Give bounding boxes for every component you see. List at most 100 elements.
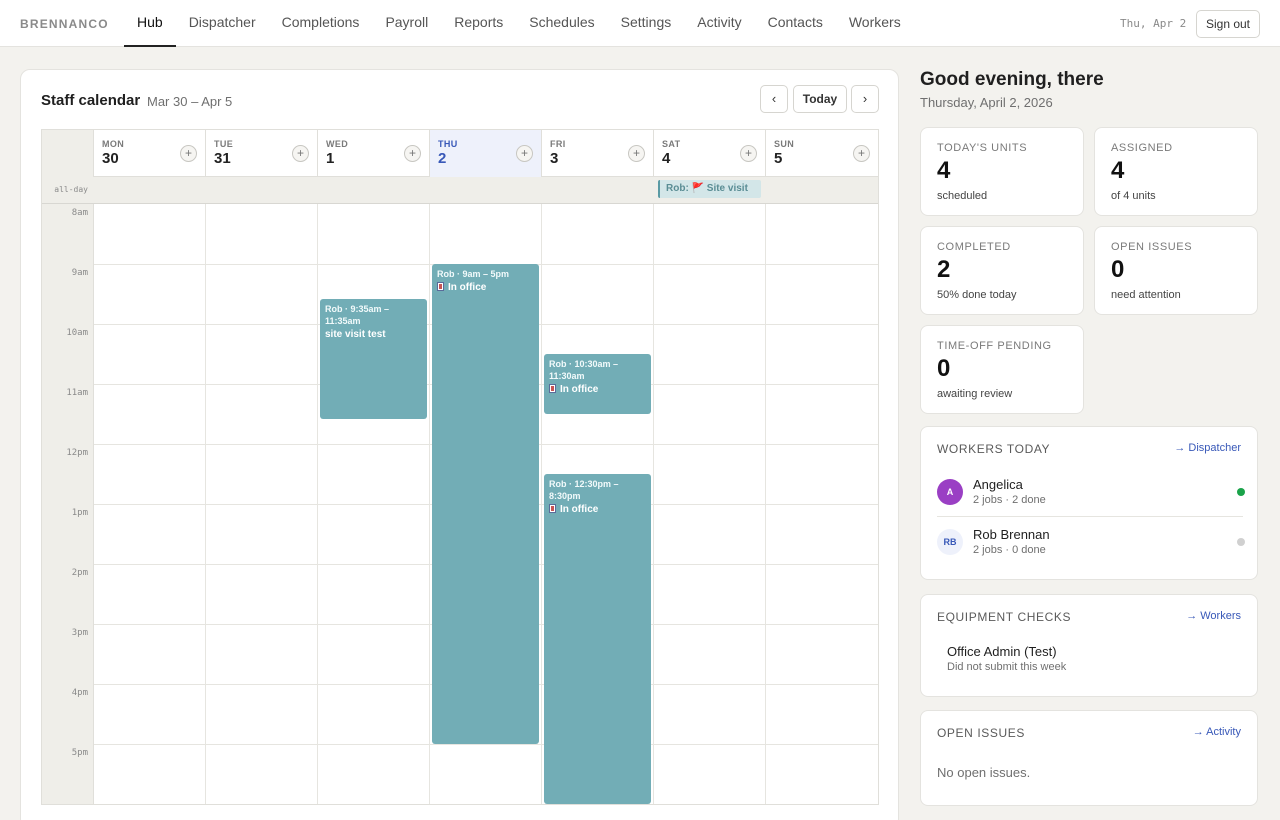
worker-jobs: 2 jobs · 0 done [973, 544, 1046, 556]
add-event-icon[interactable]: + [180, 145, 197, 162]
day-name: MON [102, 139, 125, 149]
staff-calendar-card: Staff calendar Mar 30 – Apr 5 ‹ Today › … [20, 69, 899, 820]
panel-title: EQUIPMENT CHECKS [937, 610, 1072, 624]
stat-value: 0 [1111, 256, 1125, 283]
event-time: Rob · 12:30pm – 8:30pm [549, 479, 619, 501]
stat-value: 2 [937, 256, 951, 283]
all-day-row: all-day Rob: 🚩 Site visit [42, 177, 878, 204]
stat-label: OPEN ISSUES [1111, 241, 1193, 253]
stat-value: 4 [937, 157, 951, 184]
equipment-check-status: Did not submit this week [947, 661, 1067, 673]
event-title: In office [448, 282, 487, 293]
day-number: 31 [214, 150, 231, 167]
workers-today-panel: WORKERS TODAY → Dispatcher A Angelica 2 … [920, 426, 1258, 580]
day-number: 3 [550, 150, 559, 167]
dispatcher-link[interactable]: → Dispatcher [1174, 442, 1241, 454]
day-number: 5 [774, 150, 783, 167]
office-building-icon [549, 504, 556, 513]
calendar-event-site-visit-test[interactable]: Rob · 9:35am – 11:35am site visit test [320, 299, 427, 419]
event-title: site visit test [325, 329, 386, 340]
add-event-icon[interactable]: + [740, 145, 757, 162]
add-event-icon[interactable]: + [628, 145, 645, 162]
calendar-title: Staff calendar [41, 92, 141, 109]
stat-label: COMPLETED [937, 241, 1011, 253]
next-week-button[interactable]: › [851, 85, 879, 113]
nav-activity[interactable]: Activity [684, 0, 754, 47]
day-header-mon: MON 30 + [94, 130, 206, 177]
hour-label: 3pm [71, 628, 88, 638]
add-event-icon[interactable]: + [404, 145, 421, 162]
day-name: TUE [214, 139, 234, 149]
open-issues-panel: OPEN ISSUES → Activity No open issues. [920, 710, 1258, 806]
today-button[interactable]: Today [793, 85, 847, 113]
workers-link[interactable]: → Workers [1186, 610, 1241, 622]
all-day-event-site-visit[interactable]: Rob: 🚩 Site visit [658, 180, 761, 198]
status-offline-icon [1237, 538, 1245, 546]
add-event-icon[interactable]: + [516, 145, 533, 162]
nav-dispatcher[interactable]: Dispatcher [176, 0, 269, 47]
day-header-tue: TUE 31 + [206, 130, 318, 177]
calendar-event-in-office-fri-morning[interactable]: Rob · 10:30am – 11:30am In office [544, 354, 651, 414]
nav-workers[interactable]: Workers [836, 0, 914, 47]
current-date: Thu, Apr 2 [1120, 17, 1187, 30]
hour-label: 4pm [71, 688, 88, 698]
stat-label: TIME-OFF PENDING [937, 340, 1052, 352]
sign-out-button[interactable]: Sign out [1196, 10, 1260, 38]
office-building-icon [549, 384, 556, 393]
equipment-check-name: Office Admin (Test) [947, 644, 1057, 659]
nav-hub[interactable]: Hub [124, 0, 176, 47]
hour-label: 12pm [66, 448, 88, 458]
stat-subtext: 50% done today [937, 289, 1017, 301]
nav-payroll[interactable]: Payroll [372, 0, 441, 47]
day-header-sun: SUN 5 + [766, 130, 878, 177]
day-name: FRI [550, 139, 566, 149]
day-number: 2 [438, 150, 447, 167]
worker-name[interactable]: Rob Brennan [973, 527, 1050, 542]
hour-label: 8am [71, 208, 88, 218]
worker-name[interactable]: Angelica [973, 477, 1023, 492]
nav-schedules[interactable]: Schedules [516, 0, 607, 47]
all-day-label: all-day [54, 185, 88, 194]
event-time: Rob · 10:30am – 11:30am [549, 359, 619, 381]
main-nav: Hub Dispatcher Completions Payroll Repor… [124, 0, 914, 47]
event-time: Rob · 9am – 5pm [437, 269, 510, 279]
stat-card-open-issues[interactable]: OPEN ISSUES 0 need attention [1094, 226, 1258, 315]
hour-label: 1pm [71, 508, 88, 518]
nav-reports[interactable]: Reports [441, 0, 516, 47]
day-header-thu: THU 2 + [430, 130, 542, 177]
calendar-event-in-office-thu[interactable]: Rob · 9am – 5pm In office [432, 264, 539, 744]
stat-subtext: need attention [1111, 289, 1181, 301]
stat-card-todays-units[interactable]: TODAY'S UNITS 4 scheduled [920, 127, 1084, 216]
stat-card-assigned[interactable]: ASSIGNED 4 of 4 units [1094, 127, 1258, 216]
panel-title: WORKERS TODAY [937, 442, 1051, 456]
event-title: In office [560, 384, 599, 395]
day-number: 1 [326, 150, 335, 167]
calendar-range: Mar 30 – Apr 5 [147, 94, 233, 109]
prev-week-button[interactable]: ‹ [760, 85, 788, 113]
stat-subtext: awaiting review [937, 388, 1013, 400]
avatar: RB [937, 529, 963, 555]
add-event-icon[interactable]: + [853, 145, 870, 162]
nav-settings[interactable]: Settings [608, 0, 685, 47]
day-number: 30 [102, 150, 119, 167]
hour-label: 2pm [71, 568, 88, 578]
nav-completions[interactable]: Completions [269, 0, 373, 47]
calendar-event-in-office-fri-afternoon[interactable]: Rob · 12:30pm – 8:30pm In office [544, 474, 651, 804]
stat-subtext: of 4 units [1111, 190, 1156, 202]
hour-label: 9am [71, 268, 88, 278]
add-event-icon[interactable]: + [292, 145, 309, 162]
day-header-fri: FRI 3 + [542, 130, 654, 177]
office-building-icon [437, 282, 444, 291]
stat-card-time-off-pending[interactable]: TIME-OFF PENDING 0 awaiting review [920, 325, 1084, 414]
event-title: In office [560, 504, 599, 515]
activity-link[interactable]: → Activity [1193, 726, 1241, 738]
greeting-heading: Good evening, there [920, 69, 1104, 90]
grid-line [94, 744, 878, 745]
nav-contacts[interactable]: Contacts [755, 0, 836, 47]
time-gutter [42, 130, 94, 804]
hour-label: 5pm [71, 748, 88, 758]
equipment-checks-panel: EQUIPMENT CHECKS → Workers Office Admin … [920, 594, 1258, 697]
stat-subtext: scheduled [937, 190, 988, 202]
stat-card-completed[interactable]: COMPLETED 2 50% done today [920, 226, 1084, 315]
day-name: SAT [662, 139, 681, 149]
